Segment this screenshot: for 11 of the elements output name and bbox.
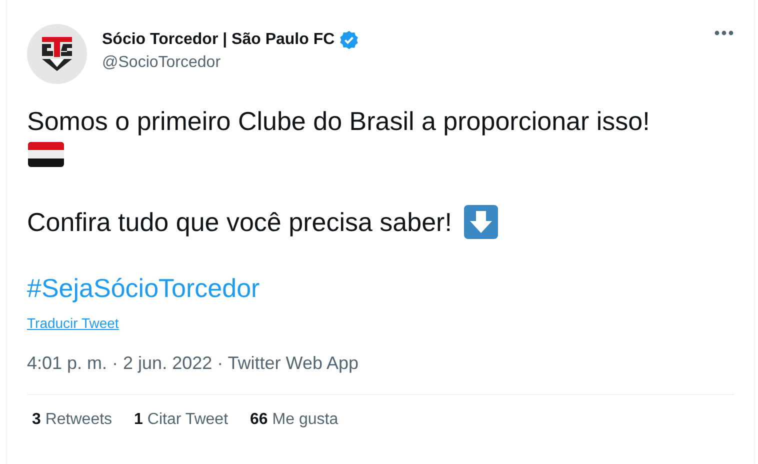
timestamp: 4:01 p. m. · 2 jun. 2022 · Twitter Web App [27,353,360,374]
flag-icon [28,142,64,167]
account-name[interactable]: Sócio Torcedor | São Paulo FC [102,31,335,49]
tweet-text: Confira tudo que você precisa saber! [27,206,452,239]
crest-icon [42,37,72,71]
tweet-text: Somos o primeiro Clube do Brasil a proporcionar isso! [27,105,650,138]
stat-link[interactable]: 3 Retweets [32,411,112,429]
stat-link[interactable]: 66 Me gusta [250,411,338,429]
account-handle[interactable]: @SocioTorcedor [102,54,714,72]
stat-link[interactable]: 1 Citar Tweet [134,411,228,429]
more-options-icon[interactable] [714,30,734,36]
